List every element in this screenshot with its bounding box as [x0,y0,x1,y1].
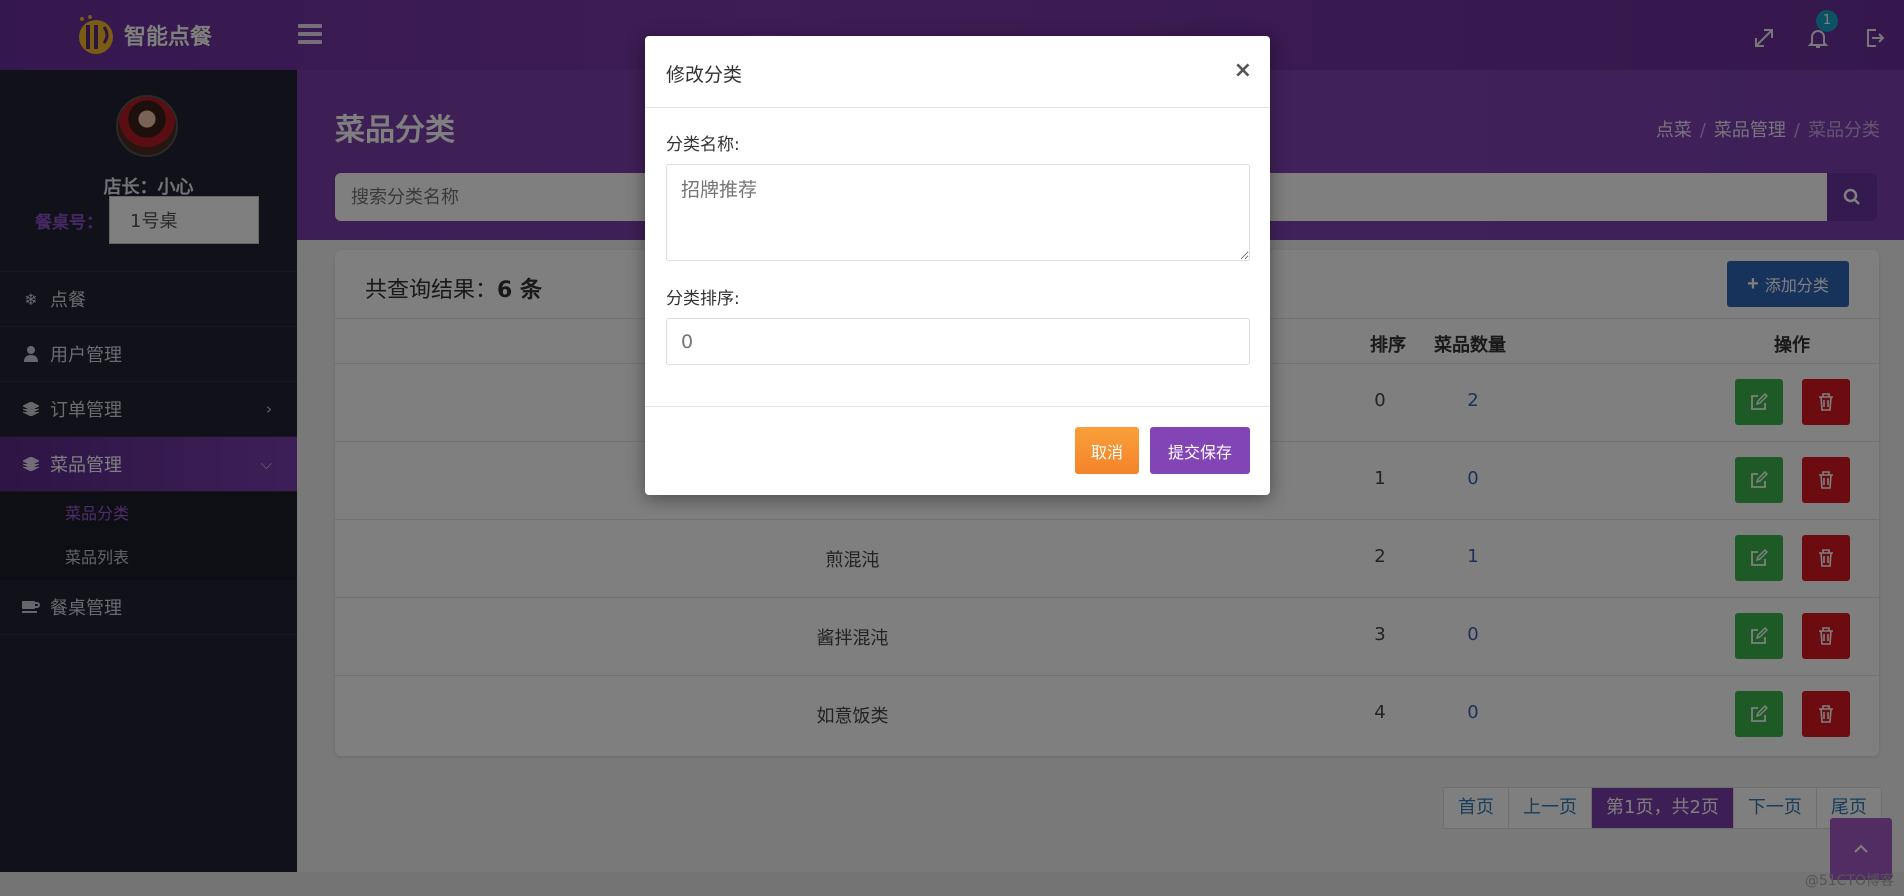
category-sort-field[interactable] [666,318,1250,365]
edit-category-dialog: 修改分类 × 分类名称: 分类排序: 取消 提交保存 [645,36,1270,495]
save-button[interactable]: 提交保存 [1150,427,1250,474]
watermark: @51CTO博客 [1804,873,1894,889]
category-name-field[interactable] [666,164,1250,261]
dialog-header: 修改分类 × [645,36,1270,108]
dialog-title: 修改分类 [666,64,743,86]
dialog-footer: 取消 提交保存 [645,406,1270,495]
cancel-button[interactable]: 取消 [1075,427,1139,474]
category-name-label: 分类名称: [666,135,740,155]
close-icon[interactable]: × [1234,60,1252,82]
category-sort-label: 分类排序: [666,289,740,309]
